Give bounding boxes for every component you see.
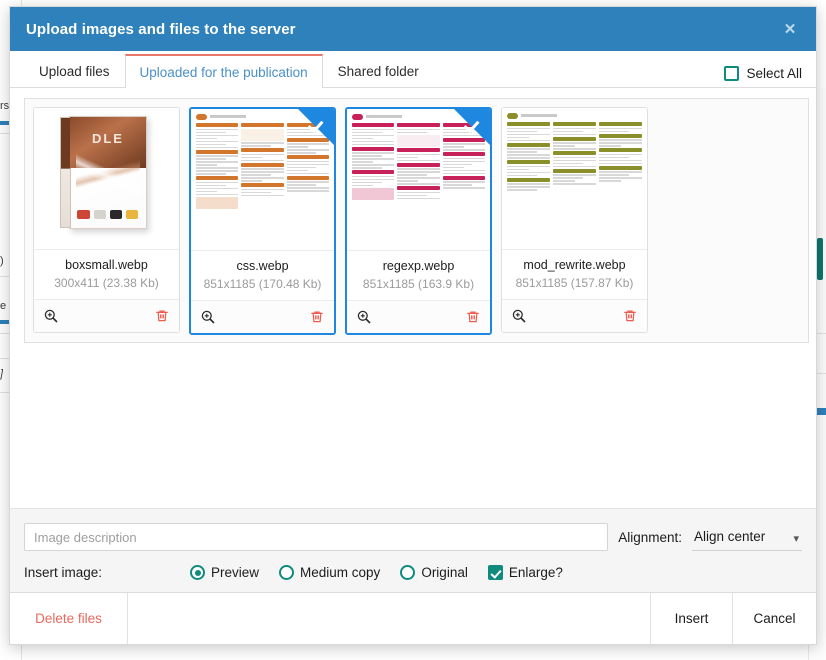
file-card-toolbar (191, 301, 334, 333)
insert-button[interactable]: Insert (650, 593, 732, 644)
radio-preview-label: Preview (211, 565, 260, 580)
file-size: 851x1185 (163.9 Kb) (362, 277, 475, 291)
magnifier-plus-icon[interactable] (511, 308, 527, 324)
file-name: css.webp (236, 259, 289, 273)
modrewrite-cheatsheet-image (502, 108, 647, 249)
radio-preview-input[interactable] (190, 565, 205, 580)
file-card-toolbar (34, 300, 179, 332)
radio-original-input[interactable] (400, 565, 416, 580)
file-thumbnail[interactable]: DLE (34, 108, 179, 250)
image-description-input[interactable] (24, 523, 609, 551)
tab-shared-folder[interactable]: Shared folder (323, 54, 434, 87)
background-text-fragment: rs (0, 100, 10, 112)
magnifier-plus-icon[interactable] (200, 309, 216, 325)
select-all-control[interactable]: Select All (724, 66, 802, 87)
cancel-button[interactable]: Cancel (732, 593, 816, 644)
close-icon[interactable]: ✕ (778, 17, 802, 41)
file-thumbnail[interactable] (347, 109, 490, 251)
file-card-toolbar (502, 300, 647, 332)
selected-check-icon (298, 109, 334, 145)
file-name: regexp.webp (382, 259, 455, 273)
enlarge-checkbox-wrap[interactable]: Enlarge? (487, 565, 563, 580)
delete-files-button[interactable]: Delete files (10, 593, 128, 644)
tab-uploaded-for-publication[interactable]: Uploaded for the publication (124, 54, 323, 88)
file-size: 300x411 (23.38 Kb) (54, 276, 159, 290)
magnifier-plus-icon[interactable] (356, 309, 372, 325)
file-list[interactable]: DLE boxsmall.webp 300x411 (23.38 Kb) css… (24, 98, 809, 343)
description-row: Alignment: Align centerAlign leftAlign r… (24, 523, 802, 551)
dialog-header: Upload images and files to the server ✕ (10, 7, 816, 51)
file-card[interactable]: mod_rewrite.webp 851x1185 (157.87 Kb) (501, 107, 648, 333)
selected-check-icon (454, 109, 490, 145)
select-all-checkbox[interactable] (724, 66, 740, 81)
radio-original-label: Original (421, 565, 468, 580)
trash-icon[interactable] (465, 309, 481, 325)
file-meta: boxsmall.webp 300x411 (23.38 Kb) (34, 250, 179, 300)
file-size: 851x1185 (170.48 Kb) (203, 277, 322, 291)
magnifier-plus-icon[interactable] (43, 308, 59, 324)
radio-original[interactable]: Original (400, 565, 468, 580)
file-card[interactable]: css.webp 851x1185 (170.48 Kb) (189, 107, 336, 335)
file-card[interactable]: DLE boxsmall.webp 300x411 (23.38 Kb) (33, 107, 180, 333)
file-name: boxsmall.webp (65, 258, 148, 272)
background-teal-chip (817, 238, 823, 280)
file-meta: mod_rewrite.webp 851x1185 (157.87 Kb) (502, 250, 647, 300)
insert-image-row: Insert image: Preview Medium copy Origin… (24, 565, 802, 580)
radio-preview[interactable]: Preview (190, 565, 259, 580)
file-name: mod_rewrite.webp (523, 258, 626, 272)
dialog-footer: Delete files Insert Cancel (10, 592, 816, 644)
insert-options-panel: Alignment: Align centerAlign leftAlign r… (10, 508, 816, 592)
dle-product-box-image: DLE (34, 108, 179, 249)
insert-image-label: Insert image: (24, 565, 103, 580)
alignment-label: Alignment: (618, 529, 682, 545)
trash-icon[interactable] (309, 309, 325, 325)
enlarge-checkbox[interactable] (487, 565, 503, 580)
trash-icon[interactable] (154, 308, 170, 324)
radio-medium-copy[interactable]: Medium copy (279, 565, 380, 580)
radio-medium-copy-label: Medium copy (300, 565, 381, 580)
file-card-toolbar (347, 301, 490, 333)
file-thumbnail[interactable] (502, 108, 647, 250)
file-card[interactable]: regexp.webp 851x1185 (163.9 Kb) (345, 107, 492, 335)
tab-upload-files[interactable]: Upload files (24, 54, 125, 87)
footer-spacer (128, 593, 650, 644)
background-text-fragment: ] (0, 368, 4, 380)
upload-dialog: Upload images and files to the server ✕ … (9, 6, 817, 645)
trash-icon[interactable] (622, 308, 638, 324)
background-text-fragment: ) (0, 255, 4, 267)
alignment-select-wrap[interactable]: Align centerAlign leftAlign rightNo alig… (692, 523, 802, 551)
file-meta: css.webp 851x1185 (170.48 Kb) (191, 251, 334, 301)
dialog-title: Upload images and files to the server (26, 20, 296, 38)
select-all-label: Select All (746, 66, 802, 81)
file-thumbnail[interactable] (191, 109, 334, 251)
radio-medium-copy-input[interactable] (279, 565, 295, 580)
file-list-region: DLE boxsmall.webp 300x411 (23.38 Kb) css… (10, 88, 816, 508)
file-size: 851x1185 (157.87 Kb) (515, 276, 634, 290)
alignment-select[interactable]: Align centerAlign leftAlign rightNo alig… (692, 523, 802, 551)
tab-bar: Upload files Uploaded for the publicatio… (10, 51, 816, 88)
background-text-fragment: e (0, 300, 7, 312)
enlarge-label: Enlarge? (508, 565, 563, 580)
file-meta: regexp.webp 851x1185 (163.9 Kb) (347, 251, 490, 301)
